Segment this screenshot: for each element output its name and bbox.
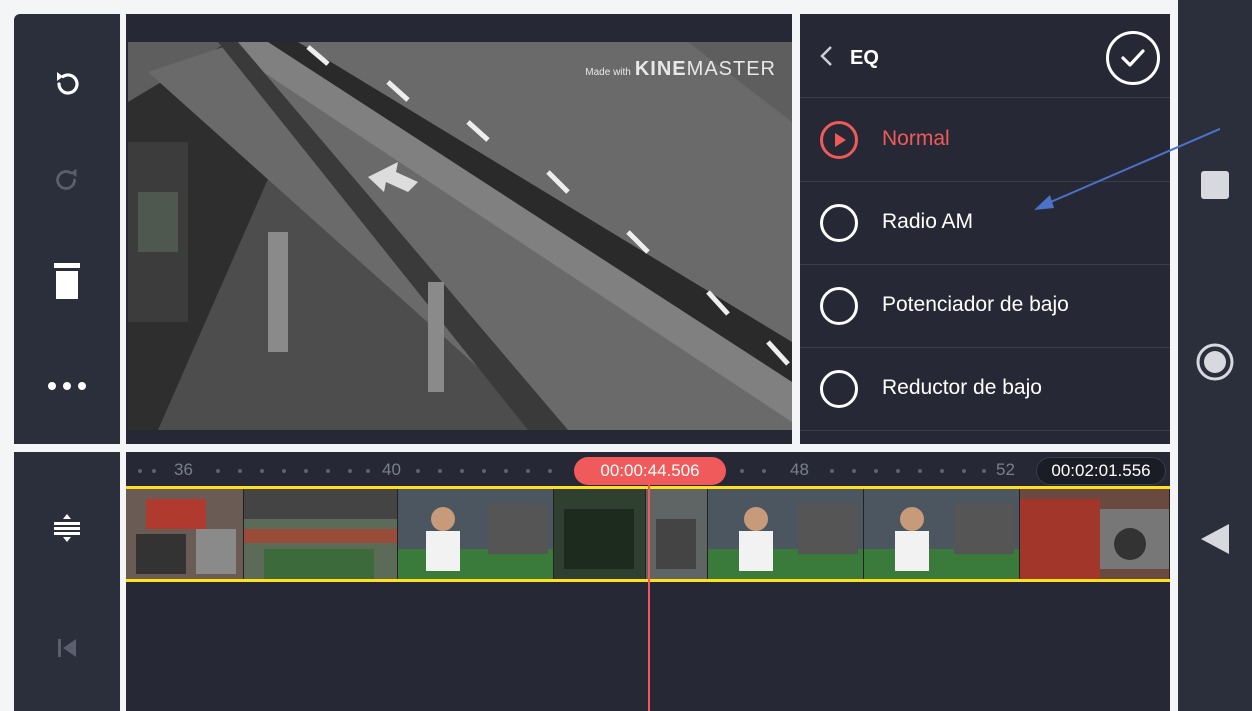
eq-header: EQ [800,14,1170,98]
ruler-dot [982,469,986,473]
back-button[interactable] [818,44,834,73]
chevron-left-icon [820,46,832,66]
confirm-button[interactable] [1106,31,1160,85]
ruler-dot [918,469,922,473]
left-toolbar [14,14,120,444]
watermark-small-text: Made with [585,67,631,78]
more-button[interactable] [14,356,120,416]
back-nav-button[interactable] [1178,522,1252,556]
ruler-dot [940,469,944,473]
ruler-dot [152,469,156,473]
radio-selected-icon [820,121,858,159]
clip-thumbnail[interactable] [554,489,646,579]
expand-track-icon [54,514,80,542]
trash-icon [54,263,80,299]
ruler-dot [482,469,486,473]
video-frame [128,42,792,430]
ruler-label: 40 [382,460,401,479]
ruler-dot [348,469,352,473]
eq-option-label: Radio AM [882,210,974,233]
check-icon [1121,49,1145,67]
clip-thumbnail[interactable] [126,489,244,579]
home-circle-icon [1196,343,1234,381]
total-duration-badge: 00:02:01.556 [1036,457,1166,485]
annotation-arrow [1034,127,1220,210]
ruler-dot [238,469,242,473]
ruler-dot [830,469,834,473]
eq-panel: EQ Normal Radio AM Potenciador de bajo R… [800,14,1170,444]
radio-empty-icon [820,370,858,408]
clip-thumbnail[interactable] [1020,489,1170,579]
ruler-dot [962,469,966,473]
undo-icon [57,72,79,95]
eq-option-bass-boost[interactable]: Potenciador de bajo [800,265,1170,348]
delete-button[interactable] [14,251,120,311]
clip-thumbnail[interactable] [646,489,708,579]
ruler-label: 48 [790,460,809,479]
ruler-label: 52 [996,460,1015,479]
watermark-brand-thin: MASTER [686,58,776,80]
expand-track-button[interactable] [14,498,120,558]
watermark-brand-bold: KINE [634,58,687,80]
eq-title: EQ [850,47,879,69]
redo-icon [56,168,77,190]
ruler-dot [874,469,878,473]
kinemaster-watermark: Made with KINEMASTER [585,58,776,81]
timeline-toolbar [14,452,120,711]
android-nav-bar [1178,0,1252,711]
timeline[interactable]: 36 40 48 52 00:00:44.506 00:02:01.556 [126,452,1170,711]
eq-option-label: Reductor de bajo [882,376,1042,399]
clip-thumbnail[interactable] [864,489,1020,579]
ruler-dot [460,469,464,473]
ruler-dot [438,469,442,473]
ruler-dot [526,469,530,473]
play-icon [835,133,846,147]
ruler-dot [416,469,420,473]
back-triangle-icon [1201,524,1229,554]
ruler-dot [260,469,264,473]
ruler-dot [366,469,370,473]
eq-option-bass-reduce[interactable]: Reductor de bajo [800,348,1170,431]
ruler-dot [138,469,142,473]
redo-button[interactable] [14,150,120,210]
ruler-dot [304,469,308,473]
skip-to-start-button[interactable] [14,618,120,678]
ruler-dot [504,469,508,473]
ruler-dot [852,469,856,473]
ruler-dot [548,469,552,473]
ruler-dot [740,469,744,473]
clip-thumbnail[interactable] [708,489,864,579]
ruler-dot [896,469,900,473]
ruler-dot [216,469,220,473]
skip-start-icon [58,639,76,657]
eq-option-label: Normal [882,127,950,150]
ruler-dot [762,469,766,473]
eq-option-label: Potenciador de bajo [882,293,1069,316]
video-preview[interactable]: Made with KINEMASTER [128,42,792,430]
ruler-label: 36 [174,460,193,479]
ruler-dot [282,469,286,473]
radio-empty-icon [820,287,858,325]
preview-panel: Made with KINEMASTER [126,14,792,444]
kinemaster-editor: Made with KINEMASTER EQ Normal Radio AM … [0,0,1252,711]
clip-thumbnail[interactable] [398,489,554,579]
home-button[interactable] [1178,342,1252,382]
ruler-dot [326,469,330,473]
clip-thumbnail[interactable] [244,489,398,579]
radio-empty-icon [820,204,858,242]
playhead[interactable] [648,480,650,711]
current-time-badge[interactable]: 00:00:44.506 [574,457,726,485]
undo-button[interactable] [14,54,120,114]
watermark-brand: KINEMASTER [635,58,776,81]
more-icon [48,382,86,390]
